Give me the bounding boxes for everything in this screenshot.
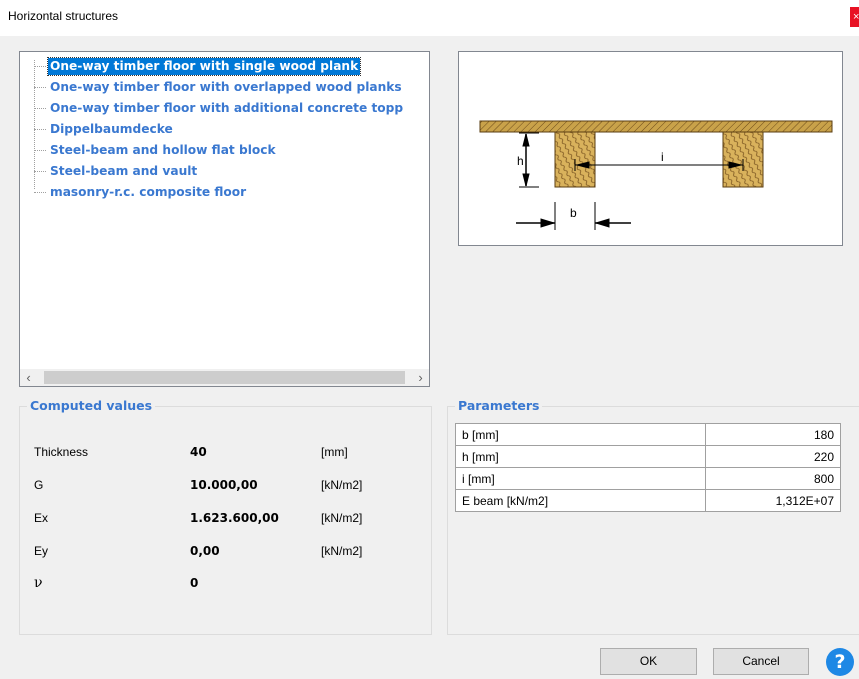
computed-value: 40 <box>190 445 207 459</box>
computed-row-g: G 10.000,00 [kN/m2] <box>0 475 430 495</box>
tree-item-label: One-way timber floor with overlapped woo… <box>50 80 402 94</box>
computed-unit: [kN/m2] <box>321 544 363 558</box>
table-row: i [mm] 800 <box>455 467 841 490</box>
computed-row-thickness: Thickness 40 [mm] <box>0 442 430 462</box>
table-row: E beam [kN/m2] 1,312E+07 <box>455 489 841 512</box>
computed-value: 10.000,00 <box>190 478 258 492</box>
param-label: h [mm] <box>455 445 706 468</box>
table-row: h [mm] 220 <box>455 445 841 468</box>
tree-item-label: Steel-beam and hollow flat block <box>50 143 276 157</box>
tree-connector-line <box>34 60 35 189</box>
timber-floor-diagram: h i b <box>479 120 833 230</box>
tree-item-label: Dippelbaumdecke <box>50 122 173 136</box>
parameters-title: Parameters <box>455 398 543 413</box>
tree-connector <box>34 150 46 151</box>
computed-unit: [kN/m2] <box>321 478 363 492</box>
tree-connector <box>34 108 46 109</box>
computed-label: Ey <box>34 544 49 558</box>
table-row: b [mm] 180 <box>455 423 841 446</box>
computed-unit: [mm] <box>321 445 348 459</box>
param-label: b [mm] <box>455 423 706 446</box>
tree-connector <box>34 192 46 193</box>
param-value-b[interactable]: 180 <box>705 423 841 446</box>
computed-label: G <box>34 478 44 492</box>
i-dimension <box>574 159 744 171</box>
cross-section-figure: h i b <box>458 51 843 246</box>
computed-label: ν <box>34 575 43 591</box>
close-button[interactable]: × <box>850 7 859 27</box>
param-label: E beam [kN/m2] <box>455 489 706 512</box>
computed-values-title: Computed values <box>27 398 156 413</box>
tree-connector <box>34 171 46 172</box>
computed-value: 0,00 <box>190 544 220 558</box>
question-circle-icon[interactable]: ? <box>826 648 854 676</box>
computed-row-nu: ν 0 <box>0 573 430 593</box>
cancel-button[interactable]: Cancel <box>713 648 809 675</box>
window-title: Horizontal structures <box>8 9 119 23</box>
scroll-right-icon[interactable]: › <box>412 369 429 386</box>
computed-row-ex: Ex 1.623.600,00 [kN/m2] <box>0 508 430 528</box>
param-value-h[interactable]: 220 <box>705 445 841 468</box>
tree-connector <box>34 129 46 130</box>
tree-item-label: masonry-r.c. composite floor <box>50 185 247 199</box>
tree-item-label: Steel-beam and vault <box>50 164 198 178</box>
param-value-i[interactable]: 800 <box>705 467 841 490</box>
computed-value: 0 <box>190 576 199 590</box>
computed-label: Ex <box>34 511 49 525</box>
dimension-label-h: h <box>517 154 524 168</box>
horizontal-scrollbar[interactable]: ‹ › <box>20 369 429 386</box>
param-value-e-beam[interactable]: 1,312E+07 <box>705 489 841 512</box>
title-bar: Horizontal structures × <box>0 0 859 36</box>
tree-item-label: One-way timber floor with additional con… <box>50 101 404 115</box>
dimension-label-i: i <box>661 150 664 164</box>
computed-unit: [kN/m2] <box>321 511 363 525</box>
floor-type-tree[interactable]: One-way timber floor with single wood pl… <box>19 51 430 387</box>
param-label: i [mm] <box>455 467 706 490</box>
computed-label: Thickness <box>34 445 89 459</box>
computed-value: 1.623.600,00 <box>190 511 279 525</box>
ok-button[interactable]: OK <box>600 648 697 675</box>
dimension-label-b: b <box>570 206 577 220</box>
tree-connector <box>34 66 46 67</box>
close-icon: × <box>853 11 859 23</box>
wood-plank <box>479 120 833 133</box>
computed-row-ey: Ey 0,00 [kN/m2] <box>0 541 430 561</box>
scrollbar-thumb[interactable] <box>44 371 405 384</box>
scroll-left-icon[interactable]: ‹ <box>20 369 37 386</box>
tree-connector <box>34 87 46 88</box>
parameters-table: b [mm] 180 h [mm] 220 i [mm] 800 E beam … <box>455 423 841 512</box>
tree-item-label: One-way timber floor with single wood pl… <box>46 57 362 76</box>
